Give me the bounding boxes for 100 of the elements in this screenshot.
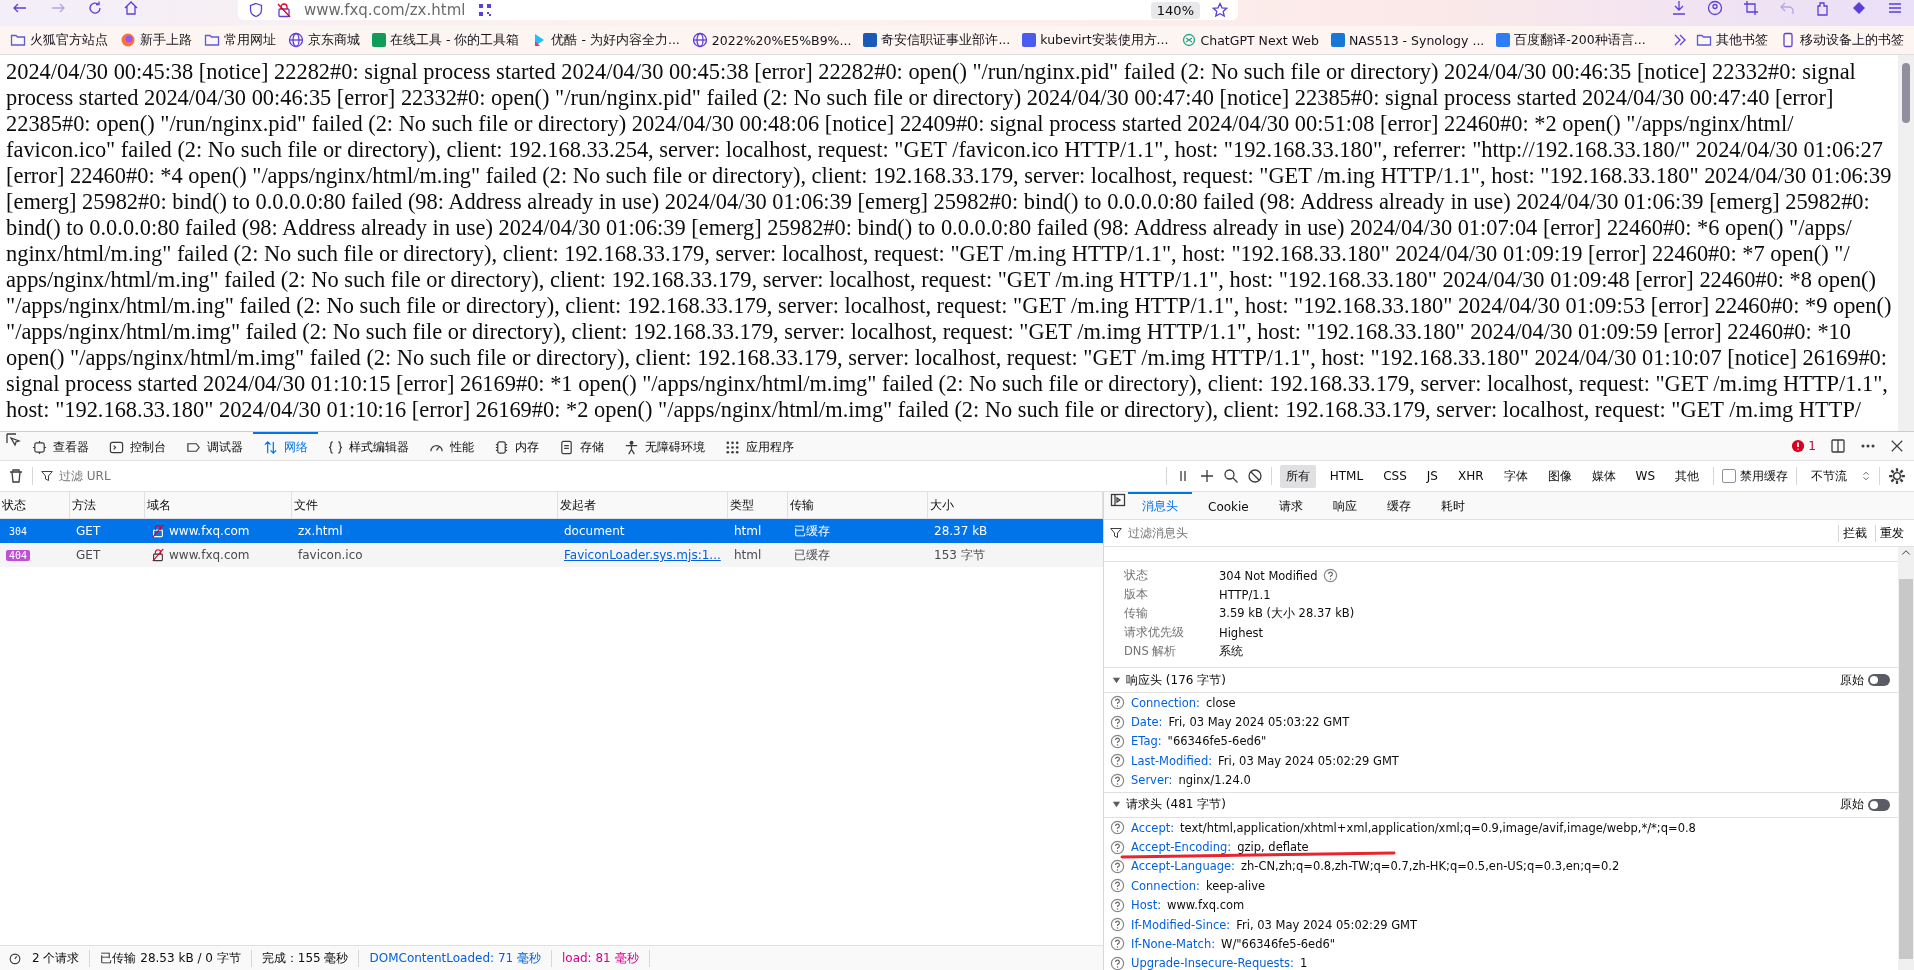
- bookmark-item[interactable]: ChatGPT Next Web: [1176, 30, 1323, 50]
- section-header[interactable]: 响应头 (176 字节) 原始: [1104, 668, 1898, 693]
- devtools-tab[interactable]: 性能: [419, 432, 484, 460]
- status-text: 已传输 28.53 kB / 0 字节: [100, 949, 252, 967]
- throttle-dropdown[interactable]: 不节流: [1805, 464, 1853, 488]
- filter-headers-field[interactable]: 过滤消息头: [1126, 525, 1834, 541]
- column-header[interactable]: 文件: [292, 492, 558, 518]
- request-row[interactable]: 404 GET www.fxq.com favicon.ico FaviconLoader.sys.mjs:1... html 已缓存 153 字节: [0, 543, 1103, 567]
- initiator-link[interactable]: FaviconLoader.sys.mjs:1...: [564, 548, 721, 562]
- devtools-tab[interactable]: 控制台: [99, 432, 176, 460]
- bookmark-folder[interactable]: 其他书签: [1692, 29, 1772, 51]
- type-filter-button[interactable]: 其他: [1669, 464, 1705, 488]
- column-header[interactable]: 域名: [145, 492, 292, 518]
- phone-icon: [1780, 32, 1796, 48]
- header-value: W/"66346fe5-6ed6": [1221, 937, 1336, 951]
- zoom-level-button[interactable]: 140%: [1150, 1, 1200, 19]
- lock-crossed-icon: [151, 524, 165, 538]
- devtools-tab[interactable]: 应用程序: [715, 432, 804, 460]
- bookmark-item[interactable]: 2022%20%E5%B9%...: [687, 30, 856, 50]
- raw-label: 原始: [1840, 671, 1864, 689]
- type-filter-button[interactable]: XHR: [1451, 466, 1490, 486]
- header-name: Server:: [1131, 773, 1173, 788]
- type-filter-button[interactable]: 字体: [1497, 464, 1534, 488]
- header-name: Accept:: [1131, 820, 1175, 835]
- bookmark-item[interactable]: 百度翻译-200种语言...: [1492, 29, 1650, 51]
- log-text: 2024/04/30 00:45:38 [notice] 22282#0: signal process started 2024/04/30 00:45:38 [error] 22282#0: open() "/run/nginx.pid" failed (2: No such file or directory) 2024/04/30 00:46:35 [notice] 22332#0: signal process started 2024/04/30 00:46:35 [error] 22332#0: open() "/run/nginx.pid" failed (2: No such file or directory) 2024/04/30 00:47:40 [notice] 22385#0: signal process started 2024/04/30 00:47:40 [error] 22385#0: open() "/run/nginx.pid" failed (2: No such file or directory) 2024/04/30 00:48:06 [notice] 22409#0: signal process started 2024/04/30 00:51:08 [error] 22460#0: *2 open() "/apps/nginx/html/favicon.ico" failed (2: No such file or directory), client: 192.168.33.254, server: localhost, request: "GET /favicon.ico HTTP/1.1", host: "192.168.33.180", referrer: "http://192.168.33.180/" 2024/04/30 01:06:27 [error] 22460#0: *4 open() "/apps/nginx/html/m.ing" failed (2: No such file or directory), client: 192.168.33.179, server: localhost, request: "GET /m.ing HTTP/1.1", host: "192.168.33.180" 2024/04/30 01:06:39 [emerg] 25982#0: bind() to 0.0.0.0:80 failed (98: Address already in use) 2024/04/30 01:06:39 [emerg] 25982#0: bind() to 0.0.0.0:80 failed (98: Address already in use) 2024/04/30 01:06:39 [emerg] 25982#0: bind() to 0.0.0.0:80 failed (98: Address already in use) 2024/04/30 01:06:39 [emerg] 25982#0: bind() to 0.0.0.0:80 failed (98: Address already in use) 2024/04/30 01:07:04 [error] 22460#0: *6 open() "/apps/nginx/html/m.ing" failed (2: No such file or directory), client: 192.168.33.179, server: localhost, request: "GET /m.ing HTTP/1.1", host: "192.168.33.180" 2024/04/30 01:09:19 [error] 22460#0: *7 open() "/apps/nginx/html/m.ing" failed (2: No such file or directory), client: 192.168.33.179, server: localhost, request: "GET /m.ing HTTP/1.1", host: "192.168.33.180" 2024/04/30 01:09:48 [error] 22460#0: *8 open() "/apps/nginx/html/m.ing" failed (2: No such file or directory), client: 192.168.33.179, server: localhost, request: "GET /m.ing HTTP/1.1", host: "192.168.33.180" 2024/04/30 01:09:53 [error] 22460#0: *9 open() "/apps/nginx/html/m.img" failed (2: No such file or directory), client: 192.168.33.179, server: localhost, request: "GET /m.img HTTP/1.1", host: "192.168.33.180" 2024/04/30 01:09:59 [error] 22460#0: *10 open() "/apps/nginx/html/m.img" failed (2: No such file or directory), client: 192.168.33.179, server: localhost, request: "GET /m.img HTTP/1.1", host: "192.168.33.180" 2024/04/30 01:10:07 [notice] 26169#0: signal process started 2024/04/30 01:10:15 [error] 26169#0: *1 open() "/apps/nginx/html/m.img" failed (2: No such file or directory), client: 192.168.33.179, server: localhost, request: "GET /m.img HTTP/1.1", host: "192.168.33.180" 2024/04/30 01:10:16 [error] 26169#0: *2 open() "/apps/nginx/html/m.img" failed (2: No such file or directory), client: 192.168.33.179, server: localhost, request: "GET /m.img HTTP/: [5, 58, 1893, 423]
- type-filter-button[interactable]: 所有: [1279, 464, 1316, 488]
- type-filter-button[interactable]: WS: [1629, 466, 1661, 486]
- section-header[interactable]: 请求头 (481 字节) 原始: [1104, 792, 1898, 818]
- table-cell: zx.html: [298, 524, 343, 538]
- filter-url-field[interactable]: 过滤 URL: [57, 468, 1021, 484]
- bookmark-item[interactable]: 优酷 - 为好内容全力...: [527, 29, 684, 51]
- devtools-tab[interactable]: 调试器: [176, 432, 253, 460]
- column-header[interactable]: 传输: [788, 492, 928, 518]
- bookmark-item[interactable]: 在线工具 - 你的工具箱: [368, 29, 524, 51]
- header-name: Date:: [1131, 715, 1163, 730]
- crop-icon: [1742, 0, 1760, 16]
- type-filter-button[interactable]: CSS: [1377, 466, 1413, 486]
- details-tab[interactable]: 耗时: [1426, 492, 1479, 519]
- table-cell: html: [734, 524, 762, 538]
- filter-icon: [1110, 527, 1122, 539]
- header-value: keep-alive: [1205, 878, 1266, 893]
- devtools-tab[interactable]: 内存: [484, 432, 549, 460]
- raw-label: 原始: [1840, 796, 1864, 814]
- request-row[interactable]: 304 GET www.fxq.com zx.html document html 已缓存 28.37 kB: [0, 519, 1103, 543]
- type-filter-button[interactable]: HTML: [1323, 466, 1370, 486]
- type-filter-button[interactable]: 媒体: [1585, 464, 1622, 488]
- help-icon: [1110, 936, 1125, 952]
- raw-toggle[interactable]: [1868, 674, 1890, 686]
- status-text: 2 个请求: [32, 949, 91, 967]
- devtools-tab[interactable]: 存储: [549, 432, 614, 460]
- summary-label: 状态: [1124, 568, 1149, 583]
- table-cell: document: [564, 524, 625, 538]
- summary-value: 系统: [1219, 644, 1243, 659]
- devtools-tab[interactable]: 网络: [253, 432, 318, 460]
- scrollbar[interactable]: [1898, 55, 1914, 431]
- header-name: Accept-Language:: [1131, 859, 1235, 874]
- table-cell: 153 字节: [934, 546, 985, 564]
- header-value: Fri, 03 May 2024 05:03:22 GMT: [1168, 715, 1350, 730]
- bookmark-item[interactable]: 新手上路: [116, 29, 196, 51]
- folder-icon: [10, 32, 26, 48]
- column-header[interactable]: 类型: [728, 492, 788, 518]
- devtools-tab[interactable]: 查看器: [22, 432, 99, 460]
- bookmark-folder[interactable]: 移动设备上的书签: [1776, 29, 1908, 51]
- column-header[interactable]: 大小: [928, 492, 1103, 518]
- checkbox[interactable]: [1722, 469, 1736, 483]
- header-action-button[interactable]: 拦截: [1838, 524, 1871, 542]
- devtools-tab[interactable]: 样式编辑器: [318, 432, 419, 460]
- details-tab[interactable]: 缓存: [1372, 492, 1425, 519]
- grid-icon: [725, 439, 740, 455]
- column-header[interactable]: 发起者: [558, 492, 728, 518]
- scrollbar[interactable]: [1898, 547, 1914, 970]
- details-tab[interactable]: 消息头: [1128, 492, 1192, 519]
- folder-icon: [204, 32, 220, 48]
- details-tab[interactable]: 请求: [1264, 492, 1317, 519]
- column-header[interactable]: 状态: [0, 492, 70, 518]
- bookmark-item[interactable]: 京东商城: [284, 29, 364, 51]
- address-bar[interactable]: www.fxq.com/zx.html 140%: [238, 0, 1238, 20]
- inspector-icon: [32, 439, 47, 455]
- account-icon: [1706, 0, 1724, 16]
- bookmark-item[interactable]: 火狐官方站点: [6, 29, 112, 51]
- bookmark-item[interactable]: 常用网址: [200, 29, 280, 51]
- block-icon: [1246, 468, 1263, 484]
- bookmark-item[interactable]: 奇安信职证事业部许...: [859, 29, 1015, 51]
- header-name: ETag:: [1131, 734, 1162, 749]
- type-filter-button[interactable]: JS: [1420, 466, 1444, 486]
- details-tab[interactable]: Cookie: [1194, 492, 1263, 519]
- details-tab[interactable]: 响应: [1318, 492, 1371, 519]
- type-filter-button[interactable]: 图像: [1541, 464, 1578, 488]
- help-icon: [1110, 858, 1125, 874]
- raw-toggle[interactable]: [1868, 798, 1890, 811]
- storage-icon: [559, 439, 574, 455]
- devtools-tab[interactable]: 无障碍环境: [614, 432, 715, 460]
- menu-icon: [1886, 0, 1904, 16]
- bookmark-item[interactable]: kubevirt安装使用方...: [1018, 29, 1173, 51]
- column-header[interactable]: 方法: [70, 492, 145, 518]
- header-value: close: [1205, 695, 1236, 710]
- bookmark-item[interactable]: NAS513 - Synology ...: [1326, 30, 1489, 50]
- error-count[interactable]: 1: [1791, 439, 1816, 453]
- header-action-button[interactable]: 重发: [1875, 524, 1908, 542]
